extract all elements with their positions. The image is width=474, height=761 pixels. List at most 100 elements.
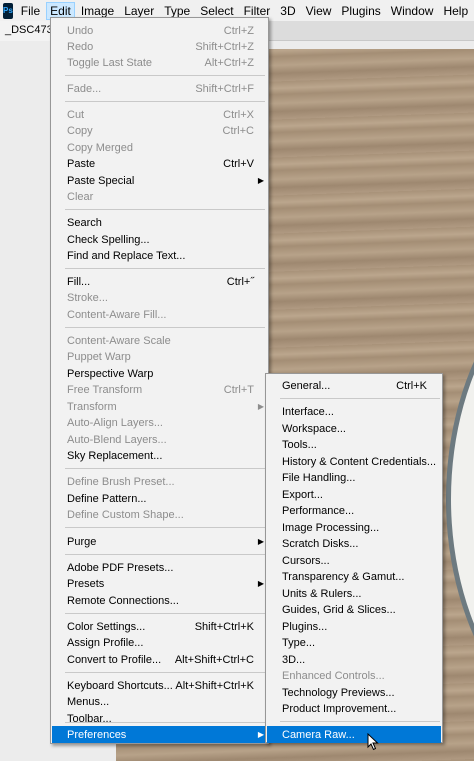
pref-item-units-rulers[interactable]: Units & Rulers... — [267, 585, 441, 602]
menu-item-find-replace[interactable]: Find and Replace Text... — [52, 247, 267, 264]
menu-item-label: Interface... — [282, 405, 334, 418]
menu-item-label: Menus... — [67, 695, 110, 708]
pref-item-scratch-disks[interactable]: Scratch Disks... — [267, 535, 441, 552]
menu-separator — [280, 721, 440, 722]
pref-item-image-processing[interactable]: Image Processing... — [267, 519, 441, 536]
menu-item-label: Fill... — [67, 275, 91, 288]
menu-item-shortcut: Shift+Ctrl+K — [194, 620, 254, 633]
menu-item-menus[interactable]: Menus... — [52, 693, 267, 710]
menu-item-paste[interactable]: Paste Ctrl+V — [52, 155, 267, 172]
pref-item-history[interactable]: History & Content Credentials... — [267, 453, 441, 470]
mouse-pointer-icon — [367, 733, 379, 751]
pref-item-tools[interactable]: Tools... — [267, 436, 441, 453]
menu-item-label: Transparency & Gamut... — [282, 570, 405, 583]
menu-item-auto-align-layers[interactable]: Auto-Align Layers... — [52, 414, 267, 431]
menu-item-sky-replacement[interactable]: Sky Replacement... — [52, 447, 267, 464]
menu-item-convert-to-profile[interactable]: Convert to Profile... Alt+Shift+Ctrl+C — [52, 651, 267, 668]
pref-item-enhanced-controls[interactable]: Enhanced Controls... — [267, 667, 441, 684]
menu-item-assign-profile[interactable]: Assign Profile... — [52, 634, 267, 651]
menu-item-label: Paste Special — [67, 174, 135, 187]
menu-separator — [65, 527, 265, 528]
menu-item-keyboard-shortcuts[interactable]: Keyboard Shortcuts... Alt+Shift+Ctrl+K — [52, 677, 267, 694]
menu-item-copy-merged[interactable]: Copy Merged — [52, 139, 267, 156]
pref-item-cursors[interactable]: Cursors... — [267, 552, 441, 569]
menu-item-auto-blend-layers[interactable]: Auto-Blend Layers... — [52, 431, 267, 448]
menu-item-shortcut: Ctrl+K — [396, 379, 427, 392]
menu-item-stroke[interactable]: Stroke... — [52, 289, 267, 306]
menu-item-free-transform[interactable]: Free Transform Ctrl+T — [52, 381, 267, 398]
menu-item-label: Free Transform — [67, 383, 143, 396]
menu-item-adobe-pdf-presets[interactable]: Adobe PDF Presets... — [52, 559, 267, 576]
menu-item-label: Find and Replace Text... — [67, 249, 186, 262]
document-tab[interactable]: _DSC4736 — [0, 21, 56, 41]
pref-item-product-improvement[interactable]: Product Improvement... — [267, 700, 441, 717]
menu-item-presets[interactable]: Presets ▶ — [52, 575, 267, 592]
menu-item-label: Units & Rulers... — [282, 587, 362, 600]
menu-item-label: Image Processing... — [282, 521, 380, 534]
pref-item-export[interactable]: Export... — [267, 486, 441, 503]
preferences-submenu: General... Ctrl+K Interface... Workspace.… — [265, 373, 443, 743]
menu-item-fill[interactable]: Fill... Ctrl+˝ — [52, 273, 267, 290]
menu-item-copy[interactable]: Copy Ctrl+C — [52, 122, 267, 139]
pref-item-camera-raw[interactable]: Camera Raw... — [267, 726, 441, 743]
menu-item-label: Content-Aware Fill... — [67, 308, 167, 321]
menu-item-clear[interactable]: Clear — [52, 188, 267, 205]
menu-item-preferences[interactable]: Preferences ▶ — [52, 726, 267, 743]
menu-item-label: Scratch Disks... — [282, 537, 359, 550]
menu-item-check-spelling[interactable]: Check Spelling... — [52, 231, 267, 248]
menu-item-undo[interactable]: Undo Ctrl+Z — [52, 22, 267, 39]
menu-item-label: Transform — [67, 400, 117, 413]
menu-item-label: Stroke... — [67, 291, 108, 304]
menu-item-shortcut: Ctrl+C — [222, 124, 254, 137]
menu-item-paste-special[interactable]: Paste Special ▶ — [52, 172, 267, 189]
menu-item-content-aware-fill[interactable]: Content-Aware Fill... — [52, 306, 267, 323]
menu-view[interactable]: View — [302, 2, 336, 20]
menu-item-define-brush-preset[interactable]: Define Brush Preset... — [52, 473, 267, 490]
pref-item-technology-previews[interactable]: Technology Previews... — [267, 684, 441, 701]
menu-item-content-aware-scale[interactable]: Content-Aware Scale — [52, 332, 267, 349]
menu-item-purge[interactable]: Purge ▶ — [52, 533, 267, 550]
menu-item-puppet-warp[interactable]: Puppet Warp — [52, 348, 267, 365]
menu-item-remote-connections[interactable]: Remote Connections... — [52, 592, 267, 609]
menu-item-label: Redo — [67, 40, 94, 53]
menu-item-label: Technology Previews... — [282, 686, 395, 699]
pref-item-transparency-gamut[interactable]: Transparency & Gamut... — [267, 568, 441, 585]
menu-separator — [65, 468, 265, 469]
menu-window[interactable]: Window — [387, 2, 438, 20]
menu-item-toggle-last-state[interactable]: Toggle Last State Alt+Ctrl+Z — [52, 54, 267, 71]
menu-separator — [280, 398, 440, 399]
photoshop-logo-icon[interactable]: Ps — [3, 2, 13, 19]
menu-item-label: Define Custom Shape... — [67, 508, 184, 521]
menu-item-fade[interactable]: Fade... Shift+Ctrl+F — [52, 80, 267, 97]
menu-item-define-pattern[interactable]: Define Pattern... — [52, 490, 267, 507]
pref-item-guides-grid-slices[interactable]: Guides, Grid & Slices... — [267, 601, 441, 618]
menu-item-redo[interactable]: Redo Shift+Ctrl+Z — [52, 38, 267, 55]
menu-item-label: Tools... — [282, 438, 317, 451]
menu-item-toolbar[interactable]: Toolbar... — [52, 710, 267, 727]
pref-item-workspace[interactable]: Workspace... — [267, 420, 441, 437]
pref-item-general[interactable]: General... Ctrl+K — [267, 377, 441, 394]
menu-plugins[interactable]: Plugins — [337, 2, 384, 20]
menu-help[interactable]: Help — [439, 2, 472, 20]
pref-item-type[interactable]: Type... — [267, 634, 441, 651]
pref-item-plugins[interactable]: Plugins... — [267, 618, 441, 635]
menu-3d[interactable]: 3D — [276, 2, 299, 20]
pref-item-interface[interactable]: Interface... — [267, 403, 441, 420]
pref-item-performance[interactable]: Performance... — [267, 502, 441, 519]
menu-item-search[interactable]: Search — [52, 214, 267, 231]
menu-item-cut[interactable]: Cut Ctrl+X — [52, 106, 267, 123]
menu-item-label: Keyboard Shortcuts... — [67, 679, 173, 692]
menu-item-label: Paste — [67, 157, 96, 170]
menu-item-label: Plugins... — [282, 620, 328, 633]
menu-item-define-custom-shape[interactable]: Define Custom Shape... — [52, 506, 267, 523]
pref-item-file-handling[interactable]: File Handling... — [267, 469, 441, 486]
pref-item-3d[interactable]: 3D... — [267, 651, 441, 668]
menu-separator — [65, 101, 265, 102]
menu-item-color-settings[interactable]: Color Settings... Shift+Ctrl+K — [52, 618, 267, 635]
menu-item-transform[interactable]: Transform ▶ — [52, 398, 267, 415]
menu-item-label: File Handling... — [282, 471, 356, 484]
menu-item-label: Color Settings... — [67, 620, 146, 633]
menu-file[interactable]: File — [17, 2, 44, 20]
menu-item-label: Performance... — [282, 504, 355, 517]
menu-item-perspective-warp[interactable]: Perspective Warp — [52, 365, 267, 382]
